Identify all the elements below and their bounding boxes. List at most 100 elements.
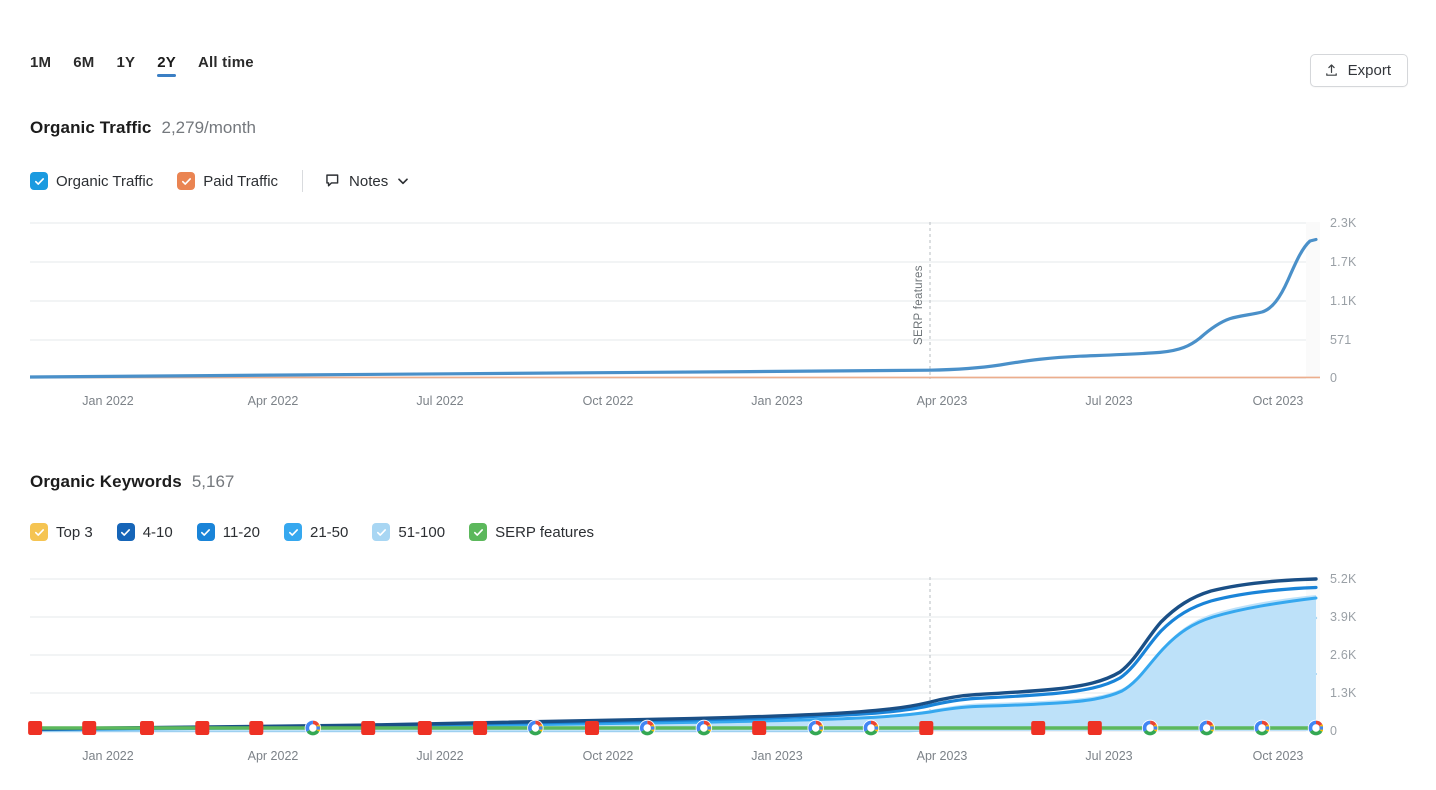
- x-tick-label: Jan 2023: [751, 749, 803, 763]
- legend-divider: [302, 170, 304, 192]
- range-tab-1y[interactable]: 1Y: [117, 55, 136, 77]
- organic-keywords-legend: Top 3 4-10 11-20 21-50 51-100 SERP featu…: [30, 523, 618, 541]
- date-range-tabs[interactable]: 1M 6M 1Y 2Y All time: [30, 55, 254, 77]
- youtube-marker[interactable]: [361, 716, 376, 736]
- legend-item-paid-traffic[interactable]: Paid Traffic: [177, 172, 278, 190]
- organic-keywords-title: Organic Keywords: [30, 472, 182, 491]
- youtube-marker[interactable]: [585, 716, 599, 736]
- youtube-marker[interactable]: [417, 716, 432, 736]
- checkbox-4-10[interactable]: [116, 523, 135, 541]
- y-tick-label: 1.7K: [1330, 255, 1357, 269]
- legend-item-organic-traffic[interactable]: Organic Traffic: [30, 172, 153, 190]
- google-marker[interactable]: [1198, 719, 1215, 737]
- y-tick-label: 0: [1330, 724, 1338, 738]
- y-tick-label: 1.1K: [1330, 294, 1357, 308]
- x-tick-label: Jan 2022: [82, 749, 134, 763]
- legend-item-51-100[interactable]: 51-100: [372, 523, 445, 541]
- youtube-marker[interactable]: [919, 716, 934, 736]
- x-tick-label: Jan 2023: [751, 394, 803, 408]
- legend-item-top-3[interactable]: Top 3: [30, 523, 93, 541]
- organic-traffic-heading: Organic Traffic 2,279/month: [30, 118, 256, 138]
- checkbox-paid-traffic[interactable]: [177, 172, 196, 190]
- google-marker[interactable]: [1253, 719, 1271, 737]
- serp-feature-markers[interactable]: [23, 713, 1323, 743]
- x-tick-label: Oct 2022: [582, 749, 634, 763]
- checkbox-21-50[interactable]: [284, 523, 302, 541]
- organic-keywords-x-axis: Jan 2022 Apr 2022 Jul 2022 Oct 2022 Jan …: [30, 749, 1320, 769]
- upload-icon: [1324, 63, 1339, 78]
- x-tick-label: Jul 2023: [1085, 394, 1133, 408]
- x-tick-label: Oct 2022: [582, 394, 634, 408]
- google-marker[interactable]: [807, 719, 824, 737]
- x-tick-label: Jan 2022: [82, 394, 134, 408]
- legend-label-11-20: 11-20: [222, 523, 260, 541]
- legend-item-11-20[interactable]: 11-20: [196, 523, 260, 541]
- checkbox-top-3[interactable]: [30, 523, 48, 541]
- checkbox-serp-features[interactable]: [469, 523, 488, 541]
- x-tick-label: Jul 2023: [1085, 749, 1133, 763]
- export-button-label: Export: [1347, 62, 1391, 79]
- comment-icon: [325, 173, 341, 189]
- legend-label-serp-features: SERP features: [495, 523, 595, 541]
- checkbox-organic-traffic[interactable]: [30, 172, 48, 190]
- youtube-marker[interactable]: [752, 716, 767, 736]
- y-tick-label: 3.9K: [1330, 610, 1357, 624]
- organic-traffic-plot: [30, 222, 1320, 379]
- legend-item-4-10[interactable]: 4-10: [116, 523, 173, 541]
- youtube-marker[interactable]: [1031, 716, 1046, 736]
- youtube-marker[interactable]: [82, 716, 97, 736]
- youtube-marker[interactable]: [140, 716, 154, 736]
- notes-dropdown[interactable]: Notes: [325, 173, 410, 190]
- legend-label-top-3: Top 3: [56, 523, 93, 541]
- organic-traffic-x-axis: Jan 2022 Apr 2022 Jul 2022 Oct 2022 Jan …: [30, 394, 1320, 414]
- notes-label: Notes: [349, 172, 389, 190]
- serp-features-annotation-label: SERP features: [913, 265, 925, 345]
- x-tick-label: Oct 2023: [1252, 394, 1304, 408]
- range-tab-1m[interactable]: 1M: [30, 55, 51, 77]
- y-tick-label: 0: [1330, 371, 1338, 385]
- y-tick-label: 571: [1330, 333, 1352, 347]
- organic-traffic-legend: Organic Traffic Paid Traffic Notes: [30, 170, 410, 192]
- youtube-marker[interactable]: [28, 716, 43, 736]
- checkbox-51-100[interactable]: [372, 523, 391, 541]
- google-marker[interactable]: [639, 719, 656, 737]
- organic-keywords-chart[interactable]: 5.2K 3.9K 2.6K 1.3K 0 Jan 2022 Apr 2022 …: [28, 572, 1356, 763]
- x-tick-label: Apr 2023: [916, 749, 968, 763]
- x-tick-label: Apr 2023: [916, 394, 968, 408]
- youtube-marker[interactable]: [473, 716, 488, 736]
- range-tab-2y[interactable]: 2Y: [157, 55, 176, 77]
- legend-label-organic-traffic: Organic Traffic: [56, 172, 154, 190]
- organic-traffic-y-axis: 2.3K 1.7K 1.1K 571 0: [1330, 216, 1390, 385]
- organic-keywords-heading: Organic Keywords 5,167: [30, 472, 234, 492]
- legend-label-51-100: 51-100: [398, 523, 446, 541]
- x-tick-label: Apr 2022: [247, 394, 299, 408]
- organic-keywords-value: 5,167: [191, 472, 235, 491]
- youtube-marker[interactable]: [249, 716, 264, 736]
- google-marker[interactable]: [862, 719, 880, 737]
- export-button[interactable]: Export: [1309, 54, 1408, 87]
- google-marker[interactable]: [1307, 719, 1323, 737]
- google-marker[interactable]: [695, 719, 713, 737]
- x-tick-label: Apr 2022: [247, 749, 299, 763]
- checkbox-11-20[interactable]: [196, 523, 215, 541]
- range-tab-6m[interactable]: 6M: [73, 55, 94, 77]
- google-marker[interactable]: [1141, 719, 1159, 737]
- x-tick-label: Oct 2023: [1252, 749, 1304, 763]
- youtube-marker[interactable]: [195, 716, 210, 736]
- legend-item-21-50[interactable]: 21-50: [284, 523, 348, 541]
- y-tick-label: 2.6K: [1330, 648, 1357, 662]
- range-tab-all-time[interactable]: All time: [198, 55, 254, 77]
- legend-label-paid-traffic: Paid Traffic: [203, 172, 279, 190]
- y-tick-label: 2.3K: [1330, 216, 1357, 230]
- x-tick-label: Jul 2022: [416, 749, 464, 763]
- google-marker[interactable]: [527, 719, 544, 737]
- seo-overview-panel: 1M 6M 1Y 2Y All time Export Organic Traf…: [0, 0, 1436, 790]
- y-tick-label: 5.2K: [1330, 572, 1357, 586]
- google-marker[interactable]: [304, 719, 322, 737]
- organic-keywords-y-axis: 5.2K 3.9K 2.6K 1.3K 0: [1330, 572, 1390, 738]
- legend-label-21-50: 21-50: [310, 523, 349, 541]
- legend-item-serp-features[interactable]: SERP features: [469, 523, 594, 541]
- youtube-marker[interactable]: [1087, 716, 1102, 736]
- chevron-down-icon[interactable]: [396, 174, 410, 188]
- organic-traffic-chart[interactable]: 2.3K 1.7K 1.1K 571 0 SERP features Jan 2…: [30, 216, 1356, 408]
